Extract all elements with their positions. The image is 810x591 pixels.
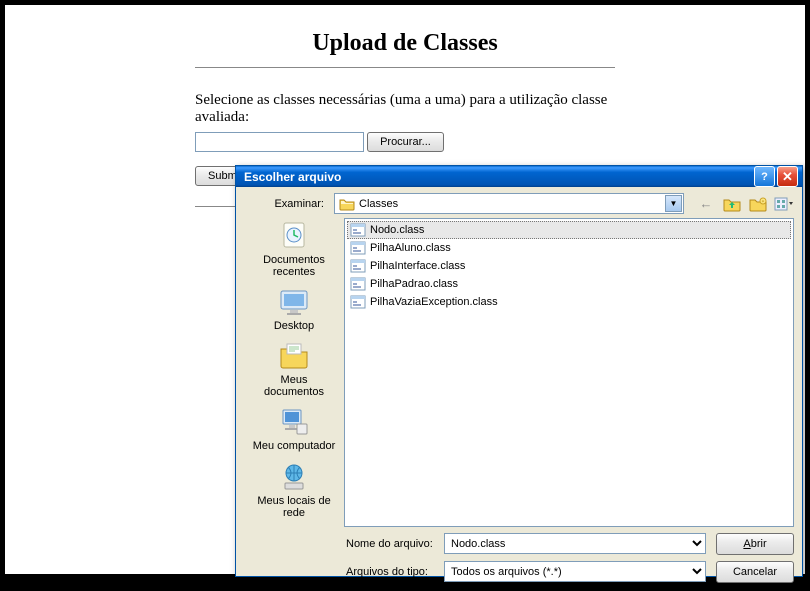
- chevron-down-icon[interactable]: ▼: [665, 195, 682, 212]
- file-name: PilhaVaziaException.class: [370, 296, 498, 308]
- instruction-text: Selecione as classes necessárias (uma a …: [195, 92, 615, 126]
- place-my-documents[interactable]: Meus documentos: [250, 340, 338, 398]
- dialog-title: Escolher arquivo: [244, 170, 341, 184]
- views-button[interactable]: [774, 194, 794, 214]
- place-label: Meus locais de rede: [250, 495, 338, 519]
- folder-up-icon: [723, 196, 741, 212]
- browse-button[interactable]: Procurar...: [367, 132, 444, 152]
- place-label: Desktop: [250, 320, 338, 332]
- filename-label: Nome do arquivo:: [344, 538, 444, 550]
- help-button[interactable]: ?: [754, 166, 775, 187]
- class-file-icon: [350, 223, 366, 237]
- up-one-level-button[interactable]: [722, 194, 742, 214]
- new-folder-button[interactable]: ✶: [748, 194, 768, 214]
- place-label: Meu computador: [250, 440, 338, 452]
- file-item[interactable]: PilhaVaziaException.class: [347, 293, 791, 311]
- views-icon: [774, 196, 794, 212]
- file-list[interactable]: Nodo.class PilhaAluno.class PilhaInterfa…: [344, 218, 794, 527]
- class-file-icon: [350, 241, 366, 255]
- class-file-icon: [350, 295, 366, 309]
- dialog-titlebar: Escolher arquivo ? ✕: [236, 166, 802, 187]
- recent-docs-icon: [277, 220, 311, 252]
- file-item[interactable]: Nodo.class: [347, 221, 791, 239]
- cancel-button[interactable]: Cancelar: [716, 561, 794, 583]
- my-docs-icon: [277, 340, 311, 372]
- close-button[interactable]: ✕: [777, 166, 798, 187]
- network-icon: [277, 461, 311, 493]
- places-bar: Documentos recentes Desktop Meus documen…: [244, 218, 344, 527]
- filetype-combo[interactable]: Todos os arquivos (*.*): [444, 561, 706, 582]
- class-file-icon: [350, 259, 366, 273]
- place-desktop[interactable]: Desktop: [250, 286, 338, 332]
- file-item[interactable]: PilhaInterface.class: [347, 257, 791, 275]
- filetype-label: Arquivos do tipo:: [344, 566, 444, 578]
- page-title: Upload de Classes: [45, 30, 765, 57]
- desktop-icon: [277, 286, 311, 318]
- file-path-input[interactable]: [195, 132, 364, 152]
- look-in-value: Classes: [359, 198, 398, 210]
- place-recent-documents[interactable]: Documentos recentes: [250, 220, 338, 278]
- file-name: PilhaPadrao.class: [370, 278, 458, 290]
- file-name: Nodo.class: [370, 224, 424, 236]
- back-button[interactable]: ←: [696, 194, 716, 214]
- place-network[interactable]: Meus locais de rede: [250, 461, 338, 519]
- place-my-computer[interactable]: Meu computador: [250, 406, 338, 452]
- file-item[interactable]: PilhaPadrao.class: [347, 275, 791, 293]
- divider: [195, 67, 615, 68]
- class-file-icon: [350, 277, 366, 291]
- file-name: PilhaInterface.class: [370, 260, 465, 272]
- file-open-dialog: Escolher arquivo ? ✕ Examinar: Classes ▼…: [235, 165, 803, 577]
- look-in-combo[interactable]: Classes ▼: [334, 193, 684, 214]
- look-in-label: Examinar:: [244, 198, 334, 210]
- place-label: Documentos recentes: [250, 254, 338, 278]
- filename-combo[interactable]: Nodo.class: [444, 533, 706, 554]
- my-computer-icon: [277, 406, 311, 438]
- place-label: Meus documentos: [250, 374, 338, 398]
- file-item[interactable]: PilhaAluno.class: [347, 239, 791, 257]
- open-button[interactable]: Abrir: [716, 533, 794, 555]
- file-name: PilhaAluno.class: [370, 242, 451, 254]
- new-folder-icon: ✶: [749, 196, 767, 212]
- svg-text:✶: ✶: [761, 199, 765, 205]
- folder-icon: [339, 197, 355, 211]
